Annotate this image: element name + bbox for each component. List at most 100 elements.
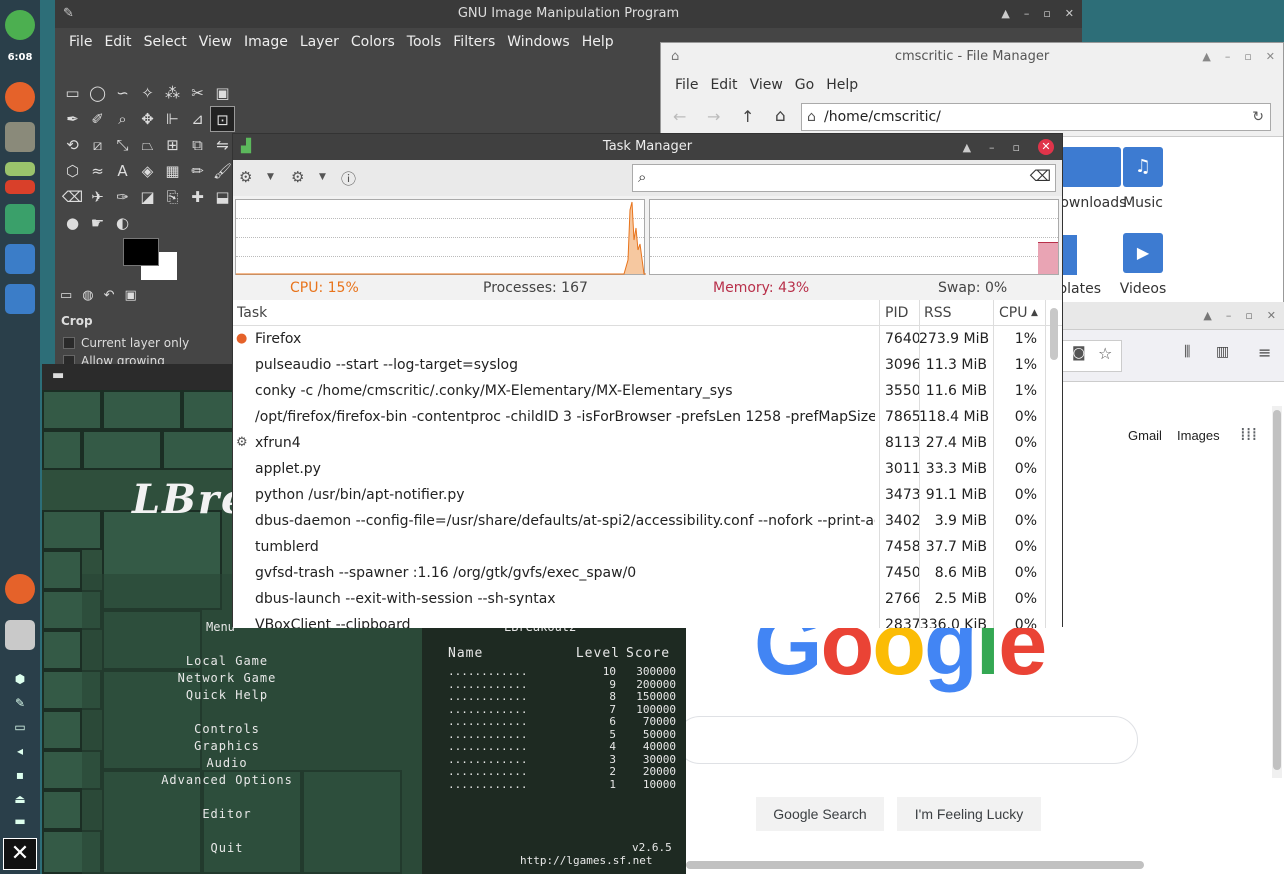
google-search-box[interactable] <box>676 716 1138 764</box>
feeling-lucky-button[interactable]: I'm Feeling Lucky <box>897 797 1041 831</box>
chevron-down-icon[interactable]: ▼ <box>267 172 274 182</box>
menu-colors[interactable]: Colors <box>345 28 401 56</box>
pocket-icon[interactable]: ◙ <box>1072 345 1086 361</box>
smudge-icon[interactable]: ☛ <box>85 210 110 236</box>
process-row[interactable]: VBoxClient --clipboard 2837 336.0 KiB 0% <box>233 612 1046 628</box>
color-picker-icon[interactable]: ✐ <box>85 106 110 132</box>
maximize-icon[interactable]: ▫ <box>1244 43 1251 71</box>
eraser-icon[interactable]: ⌫ <box>60 184 85 210</box>
ff-scrollbar-thumb[interactable] <box>1273 410 1281 770</box>
clone-icon[interactable]: ⎘ <box>160 184 185 210</box>
align-icon[interactable]: ⊩ <box>160 106 185 132</box>
shade-icon[interactable]: ▲ <box>1202 43 1210 71</box>
home-icon[interactable]: ⌂ <box>775 106 786 126</box>
process-tree-icon[interactable]: ⚙ <box>291 168 304 186</box>
info-icon[interactable]: ⓘ <box>341 168 356 189</box>
column-task[interactable]: Task <box>237 300 267 326</box>
minimize-icon[interactable]: – <box>1225 43 1231 71</box>
text-icon[interactable]: A <box>110 158 135 184</box>
gimp-titlebar[interactable]: ✎ GNU Image Manipulation Program ▲ – ▫ ✕ <box>55 0 1082 28</box>
ff-urlbar-end[interactable]: ◙ ☆ <box>1062 340 1122 372</box>
gimp-icon[interactable] <box>5 122 35 152</box>
shade-icon[interactable]: ▲ <box>963 134 971 162</box>
foreground-select-icon[interactable]: ▣ <box>210 80 235 106</box>
images-link[interactable]: Images <box>1177 428 1220 443</box>
menu-layer[interactable]: Layer <box>294 28 345 56</box>
process-row[interactable]: python /usr/bin/apt-notifier.py 3473 91.1 … <box>233 482 1046 508</box>
chevron-down-icon[interactable]: ▼ <box>319 172 326 182</box>
menu-help[interactable]: Help <box>576 28 620 56</box>
reload-icon[interactable]: ↻ <box>1252 104 1264 130</box>
rect-select-icon[interactable]: ▭ <box>60 80 85 106</box>
fm-path-field[interactable]: ⌂ /home/cmscritic/ ↻ <box>801 103 1271 131</box>
folder-icon[interactable] <box>1061 147 1121 187</box>
heal-icon[interactable]: ✚ <box>185 184 210 210</box>
forward-icon[interactable]: → <box>707 107 720 126</box>
pencil-icon[interactable]: ✏ <box>185 158 210 184</box>
lock-icon[interactable]: ▪ <box>12 768 28 782</box>
fg-bg-colors[interactable] <box>123 238 193 282</box>
blend-icon[interactable]: ▦ <box>160 158 185 184</box>
airbrush-icon[interactable]: ✈ <box>85 184 110 210</box>
process-row[interactable]: conky -c /home/cmscritic/.conky/MX-Eleme… <box>233 378 1046 404</box>
ff-scrollbar[interactable] <box>1272 406 1282 778</box>
process-row[interactable]: dbus-daemon --config-file=/usr/share/def… <box>233 508 1046 534</box>
3d-transform-icon[interactable]: ⧉ <box>185 132 210 158</box>
shade-icon[interactable]: ▲ <box>1001 0 1009 28</box>
close-icon[interactable]: ✕ <box>1065 0 1074 28</box>
lb-menu-editor[interactable]: Editor <box>142 806 312 823</box>
google-search-button[interactable]: Google Search <box>756 797 884 831</box>
gmail-link[interactable]: Gmail <box>1128 428 1162 443</box>
lb-menu-quit[interactable]: Quit <box>142 840 312 857</box>
folder-music-label[interactable]: Music <box>1113 195 1173 211</box>
fm-menu-view[interactable]: View <box>744 71 789 99</box>
maximize-icon[interactable]: ▫ <box>1245 302 1252 330</box>
color-select-icon[interactable]: ⁂ <box>160 80 185 106</box>
device-status-tab[interactable]: ◍ <box>82 288 93 308</box>
lb-menu-quick-help[interactable]: Quick Help <box>142 687 312 704</box>
maximize-icon[interactable]: ▫ <box>1013 134 1020 162</box>
measure-icon[interactable]: ⊿ <box>185 106 210 132</box>
firefox-icon[interactable] <box>5 574 35 604</box>
settings-gear-icon[interactable]: ⚙ <box>239 168 252 186</box>
scissors-icon[interactable]: ✂ <box>185 80 210 106</box>
home-folder-icon[interactable] <box>5 284 35 314</box>
unified-transform-icon[interactable]: ⊞ <box>160 132 185 158</box>
process-row[interactable]: ⚙ xfrun4 8113 27.4 MiB 0% <box>233 430 1046 456</box>
lb-menu-controls[interactable]: Controls <box>142 721 312 738</box>
tm-search-field[interactable]: ⌕ ⌫ <box>632 164 1056 192</box>
close-icon[interactable]: ✕ <box>1267 302 1276 330</box>
music-folder-icon[interactable]: ♫ <box>1123 147 1163 187</box>
up-icon[interactable]: ↑ <box>741 107 754 126</box>
lasso-icon[interactable]: ∽ <box>110 80 135 106</box>
shade-icon[interactable]: ▲ <box>1203 302 1211 330</box>
process-row[interactable]: ● Firefox 7640 273.9 MiB 1% <box>233 326 1046 352</box>
bucket-icon[interactable]: ◈ <box>135 158 160 184</box>
display-icon[interactable]: ▭ <box>12 720 28 734</box>
fm-menu-file[interactable]: File <box>669 71 704 99</box>
lb-menu-graphics[interactable]: Graphics <box>142 738 312 755</box>
transform-icon[interactable]: ⟲ <box>60 132 85 158</box>
menu-windows[interactable]: Windows <box>501 28 576 56</box>
paths-icon[interactable]: ✒ <box>60 106 85 132</box>
mx-menu-icon[interactable]: ✕ <box>3 838 37 870</box>
column-pid[interactable]: PID <box>885 300 908 326</box>
back-icon[interactable]: ← <box>673 107 686 126</box>
minimize-icon[interactable]: – <box>1226 302 1232 330</box>
ff-hscrollbar[interactable] <box>686 861 1144 869</box>
lb-url[interactable]: http://lgames.sf.net <box>520 854 652 867</box>
perspective-icon[interactable]: ⏢ <box>135 132 160 158</box>
paperclip-icon[interactable]: ✎ <box>12 696 28 710</box>
menu-view[interactable]: View <box>193 28 238 56</box>
volume-icon[interactable]: ◂ <box>12 744 28 758</box>
process-row[interactable]: dbus-launch --exit-with-session --sh-syn… <box>233 586 1046 612</box>
close-icon[interactable]: ✕ <box>1266 43 1275 71</box>
process-row[interactable]: pulseaudio --start --log-target=syslog 30… <box>233 352 1046 378</box>
process-row[interactable]: /opt/firefox/firefox-bin -contentproc -c… <box>233 404 1046 430</box>
folder-videos-label[interactable]: Videos <box>1113 281 1173 297</box>
column-cpu[interactable]: CPU <box>999 300 1027 326</box>
tm-scrollbar-thumb[interactable] <box>1050 308 1058 360</box>
lbreakout-icon[interactable] <box>5 180 35 194</box>
fm-titlebar[interactable]: ⌂ cmscritic - File Manager ▲ – ▫ ✕ <box>661 43 1283 71</box>
files-icon[interactable] <box>5 620 35 650</box>
